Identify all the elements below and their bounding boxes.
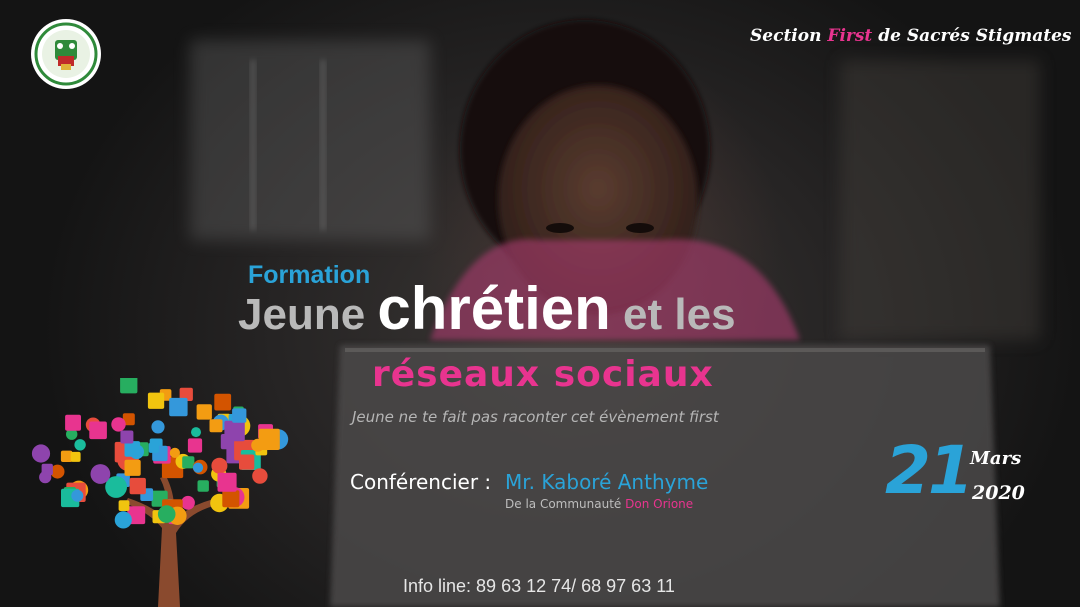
date-month: Mars [970, 448, 1022, 469]
social-bubble-icon [232, 408, 247, 423]
event-tagline: Jeune ne te fait pas raconter cet évènem… [352, 408, 719, 426]
social-bubble-icon [124, 459, 141, 476]
social-bubble-icon [147, 392, 165, 409]
title-part-1: Jeune [238, 290, 378, 339]
social-bubble-icon [120, 430, 134, 444]
speaker-label: Conférencier : [350, 470, 492, 494]
date-year: 2020 [972, 482, 1025, 504]
section-title-pre: Section [750, 26, 828, 46]
social-bubble-icon [191, 427, 201, 438]
social-bubble-icon [214, 393, 232, 411]
title-part-2: chrétien [377, 275, 611, 342]
social-bubble-icon [217, 472, 237, 492]
social-bubble-icon [224, 420, 245, 442]
social-bubble-icon [89, 421, 107, 440]
social-bubble-icon [70, 451, 81, 462]
social-bubble-icon [90, 464, 111, 484]
info-line: Info line: 89 63 12 74/ 68 97 63 11 [403, 576, 675, 596]
social-bubble-icon [197, 480, 209, 492]
community-name: Don Orione [625, 497, 694, 511]
speaker-name: Mr. Kaboré Anthyme [505, 470, 709, 494]
association-emblem-icon [31, 19, 101, 89]
social-bubble-icon [239, 454, 255, 470]
event-poster: Section First de Sacrés Stigmates Format… [0, 0, 1080, 607]
date-day: 21 [885, 432, 974, 509]
social-bubble-icon [209, 419, 223, 433]
speaker-community: De la Communauté Don Orione [505, 497, 693, 511]
social-bubble-icon [169, 397, 188, 417]
social-bubble-icon [148, 442, 159, 453]
social-bubble-icon [120, 378, 138, 394]
social-bubble-icon [71, 489, 84, 502]
social-bubble-icon [41, 463, 53, 476]
section-title-highlight: First [827, 26, 873, 46]
social-bubble-icon [74, 439, 86, 451]
section-title-post: de Sacrés Stigmates [872, 26, 1072, 46]
event-subtitle: réseaux sociaux [372, 354, 714, 395]
social-bubble-icon [251, 438, 265, 452]
social-bubble-icon [151, 420, 165, 434]
social-bubble-icon [211, 457, 228, 474]
social-bubble-icon [196, 404, 212, 420]
community-prefix: De la Communauté [505, 497, 626, 511]
social-bubble-icon [222, 490, 240, 508]
social-bubble-icon [187, 438, 203, 453]
social-bubble-icon [65, 414, 81, 431]
section-title: Section First de Sacrés Stigmates [750, 26, 1071, 46]
social-bubble-icon [129, 477, 146, 495]
social-bubble-icon [111, 417, 126, 432]
social-bubble-icon [252, 468, 268, 484]
social-bubble-icon [192, 462, 204, 473]
title-part-3: et les [610, 290, 736, 339]
social-bubble-icon [60, 450, 73, 462]
social-bubble-icon [181, 495, 195, 510]
event-title: Jeune chrétien et les [238, 274, 736, 343]
social-bubble-icon [114, 511, 132, 529]
social-bubble-icon [157, 505, 176, 523]
social-bubble-icon [169, 447, 180, 458]
social-bubble-icon [118, 500, 130, 511]
social-bubble-icon [182, 456, 195, 469]
social-bubble-icon [31, 444, 51, 463]
social-media-tree-icon [31, 378, 289, 607]
